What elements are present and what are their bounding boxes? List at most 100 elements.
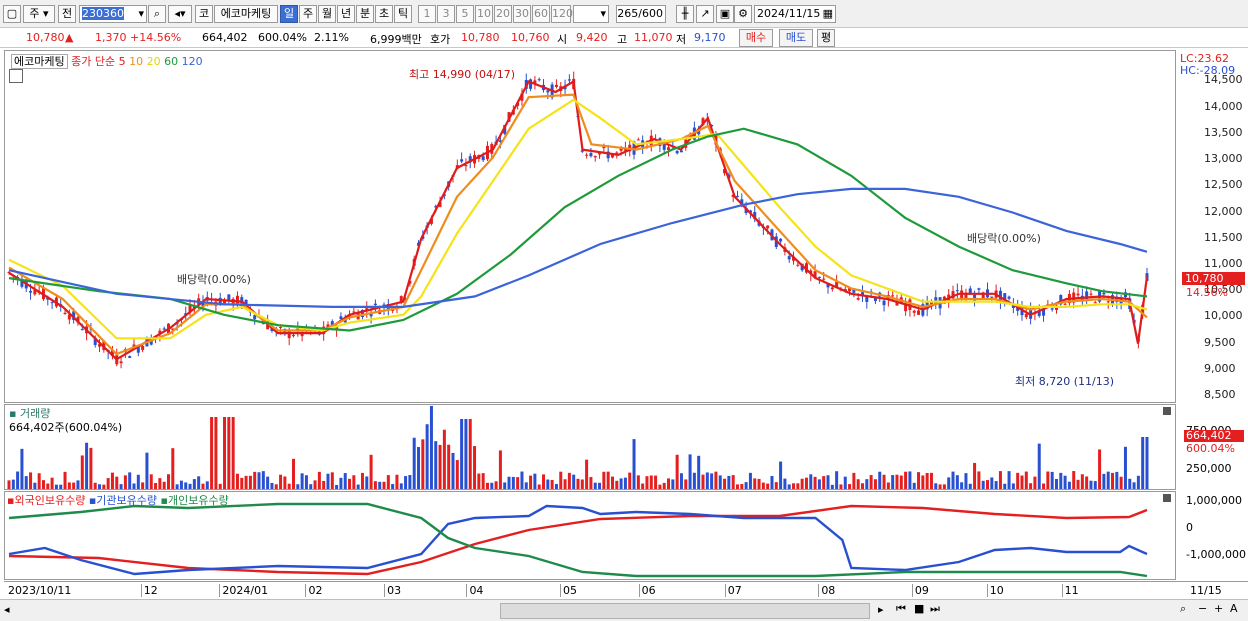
price-panel: 최고 14,990 (04/17) 최저 8,720 (11/13) 배당락(0.0…	[4, 50, 1176, 403]
close-icon[interactable]	[1163, 494, 1171, 502]
volume-bar	[1076, 479, 1080, 489]
volume-panel: ▪ 거래량 664,402주(600.04%)	[4, 404, 1176, 490]
volume-bar	[727, 475, 731, 489]
x-label: 03	[384, 584, 401, 597]
legend-ma-label: 종가 단순	[71, 55, 116, 68]
plus-icon[interactable]: +	[1214, 602, 1223, 615]
zoom-icon[interactable]: ⌕	[1180, 602, 1186, 616]
volume-bar	[283, 476, 287, 489]
price-chart[interactable]: 최고 14,990 (04/17) 최저 8,720 (11/13) 배당락(0.0…	[5, 51, 1175, 402]
grid-icon[interactable]	[9, 69, 23, 83]
holdings-legend: ▪외국인보유수량 ▪기관보유수량 ▪개인보유수량	[7, 494, 229, 507]
volume-bar	[623, 477, 627, 489]
volume-bar	[830, 484, 834, 489]
volume-bar	[1029, 483, 1033, 489]
range-5[interactable]: 5	[456, 5, 474, 23]
volume-bar	[546, 479, 550, 489]
scroll-right-icon[interactable]: ▸	[878, 603, 884, 616]
minus-icon[interactable]: −	[1198, 602, 1207, 615]
candle	[861, 285, 864, 302]
range-3[interactable]: 3	[437, 5, 455, 23]
ma5-line	[8, 79, 1149, 361]
volume-bar	[240, 477, 244, 489]
candle	[382, 302, 386, 316]
volume-bar	[567, 472, 571, 489]
range-20[interactable]: 20	[494, 5, 512, 23]
volume-bar	[205, 481, 209, 489]
candle	[882, 298, 886, 312]
period-tick[interactable]: 틱	[394, 5, 412, 23]
range-120[interactable]: 120	[551, 5, 573, 23]
volume-bar	[244, 475, 248, 489]
ask1: 10,780	[461, 31, 500, 44]
dividend-annotation-2: 배당락(0.00%)	[967, 232, 1041, 245]
hold-y-0: 0	[1186, 521, 1193, 534]
code-value: 230360	[82, 7, 124, 20]
volume-chart[interactable]	[5, 405, 1175, 489]
font-icon[interactable]: A	[1230, 602, 1238, 615]
x-label: 02	[305, 584, 322, 597]
stop-icon[interactable]: ■	[914, 602, 924, 615]
volume-bar	[843, 476, 847, 489]
sound-icon[interactable]: ◂▾	[168, 5, 192, 23]
code-input[interactable]: 230360 ▾	[79, 5, 147, 23]
volume-bar	[770, 476, 774, 489]
candle	[460, 152, 464, 164]
candle-icon[interactable]: ╫	[676, 5, 694, 23]
period-second[interactable]: 초	[375, 5, 393, 23]
volume-bar	[373, 481, 377, 489]
period-week[interactable]: 주	[299, 5, 317, 23]
count-field[interactable]: 265/600	[616, 5, 666, 23]
period-month[interactable]: 월	[318, 5, 336, 23]
avg-button[interactable]: 평	[817, 29, 835, 47]
candle	[912, 309, 916, 317]
volume-bar	[1024, 471, 1028, 489]
x-label: 2023/10/11	[8, 584, 72, 597]
volume-bar	[399, 483, 403, 489]
search-icon[interactable]: ⌕	[148, 5, 166, 23]
trend-icon[interactable]: ↗	[696, 5, 714, 23]
close-icon[interactable]	[1163, 407, 1171, 415]
last-icon[interactable]: ⏭	[930, 602, 940, 616]
volume-bar	[554, 483, 558, 489]
volume-bar	[404, 476, 408, 489]
chevron-down-icon: ▾	[43, 7, 49, 20]
prev-button[interactable]: 전	[58, 5, 76, 23]
window-icon[interactable]: ▢	[3, 5, 21, 23]
range-10[interactable]: 10	[475, 5, 493, 23]
sell-button[interactable]: 매도	[779, 29, 813, 47]
kospi-button[interactable]: 코	[195, 5, 213, 23]
volume-bar	[89, 447, 93, 489]
buy-button[interactable]: 매수	[739, 29, 773, 47]
volume-bar	[580, 479, 584, 489]
volume-bar	[447, 444, 451, 489]
type-select[interactable]: 주 ▾	[23, 5, 55, 23]
period-minute[interactable]: 분	[356, 5, 374, 23]
scroll-thumb[interactable]	[500, 603, 870, 619]
volume-bar	[628, 472, 632, 489]
period-day[interactable]: 일	[280, 5, 298, 23]
change-amount: 1,370	[95, 31, 127, 44]
range-30[interactable]: 30	[513, 5, 531, 23]
volume-bar	[981, 480, 985, 489]
chart-toolbar: ▢ 주 ▾ 전 230360 ▾ ⌕ ◂▾ 코 에코마케팅 일 주 월 년 분 …	[0, 0, 1248, 28]
date-field[interactable]: 2024/11/15 ▦	[754, 5, 836, 23]
first-icon[interactable]: ⏮	[896, 602, 906, 616]
volume-bar	[80, 455, 84, 489]
period-year[interactable]: 년	[337, 5, 355, 23]
volume-bar	[279, 474, 283, 489]
candle	[373, 299, 377, 312]
volume-bar	[529, 475, 533, 489]
volume-bar	[188, 483, 192, 489]
volume-bar	[481, 473, 485, 489]
volume-bar	[964, 473, 968, 489]
x-label: 11	[1061, 584, 1079, 597]
range-60[interactable]: 60	[532, 5, 550, 23]
save-icon[interactable]: ▣	[716, 5, 734, 23]
volume-bar	[886, 482, 890, 489]
range-select[interactable]: ▾	[573, 5, 609, 23]
scroll-left-icon[interactable]: ◂	[4, 603, 10, 616]
gear-icon[interactable]: ⚙	[734, 5, 752, 23]
range-1[interactable]: 1	[418, 5, 436, 23]
volume-bar	[804, 477, 808, 489]
